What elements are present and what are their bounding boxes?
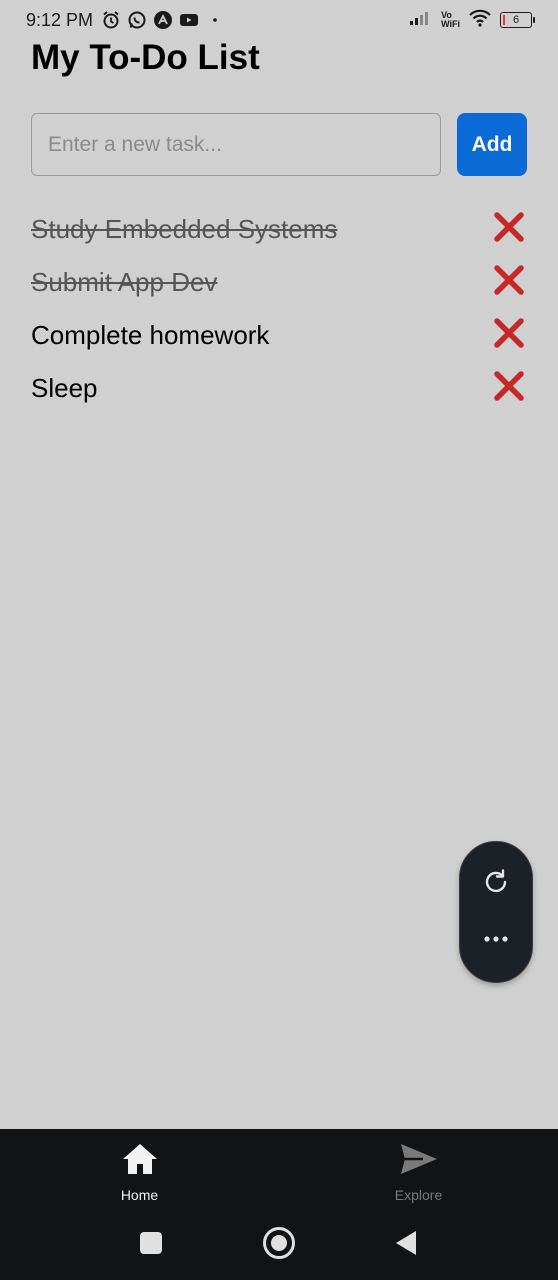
task-row[interactable]: Complete homework bbox=[31, 309, 527, 362]
task-text[interactable]: Submit App Dev bbox=[31, 267, 217, 298]
nav-label: Home bbox=[120, 1186, 159, 1203]
delete-task-button[interactable] bbox=[491, 265, 527, 301]
nav-item-home[interactable]: Home bbox=[0, 1129, 279, 1209]
signal-icon bbox=[409, 10, 433, 31]
refresh-button[interactable] bbox=[476, 864, 516, 904]
send-icon bbox=[399, 1142, 439, 1181]
back-button[interactable] bbox=[388, 1227, 424, 1263]
task-list: Study Embedded Systems Submit App Dev Comp… bbox=[31, 203, 527, 415]
task-row[interactable]: Submit App Dev bbox=[31, 256, 527, 309]
alarm-icon bbox=[101, 10, 121, 30]
vowifi-bottom: WiFi bbox=[441, 19, 460, 29]
battery-icon: 6 bbox=[500, 12, 535, 28]
recents-square-icon bbox=[138, 1230, 164, 1261]
wifi-icon bbox=[468, 9, 492, 32]
youtube-icon bbox=[179, 10, 199, 30]
bottom-nav: Home Explore bbox=[0, 1129, 558, 1209]
vowifi-icon: Vo WiFi bbox=[441, 11, 460, 29]
battery-text: 6 bbox=[512, 14, 520, 26]
app-a-icon bbox=[153, 10, 173, 30]
battery-level bbox=[503, 15, 505, 25]
task-row[interactable]: Study Embedded Systems bbox=[31, 203, 527, 256]
dot-icon bbox=[205, 10, 225, 30]
page-title: My To-Do List bbox=[31, 38, 260, 77]
app-screen: 9:12 PM Vo WiFi 6 My To-Do List Enter a … bbox=[0, 0, 558, 1280]
nav-label: Explore bbox=[394, 1186, 443, 1203]
status-time: 9:12 PM bbox=[26, 9, 94, 30]
recents-button[interactable] bbox=[133, 1227, 169, 1263]
red-x-icon bbox=[492, 369, 526, 408]
more-horizontal-icon bbox=[482, 931, 510, 949]
status-bar: 9:12 PM Vo WiFi 6 bbox=[0, 0, 558, 40]
task-text[interactable]: Study Embedded Systems bbox=[31, 214, 337, 245]
status-left: 9:12 PM bbox=[26, 10, 225, 31]
home-icon bbox=[121, 1142, 159, 1181]
home-system-button[interactable] bbox=[261, 1226, 297, 1265]
whatsapp-icon bbox=[127, 10, 147, 30]
refresh-icon bbox=[481, 867, 511, 902]
add-task-button[interactable]: Add bbox=[457, 113, 527, 176]
delete-task-button[interactable] bbox=[491, 371, 527, 407]
status-right: Vo WiFi 6 bbox=[409, 9, 535, 32]
red-x-icon bbox=[492, 263, 526, 302]
back-triangle-icon bbox=[393, 1229, 419, 1262]
nav-item-explore[interactable]: Explore bbox=[279, 1129, 558, 1209]
delete-task-button[interactable] bbox=[491, 212, 527, 248]
delete-task-button[interactable] bbox=[491, 318, 527, 354]
task-text[interactable]: Sleep bbox=[31, 373, 98, 404]
more-options-button[interactable] bbox=[476, 920, 516, 960]
task-text[interactable]: Complete homework bbox=[31, 320, 269, 351]
home-circle-icon bbox=[262, 1226, 296, 1265]
task-row[interactable]: Sleep bbox=[31, 362, 527, 415]
red-x-icon bbox=[492, 210, 526, 249]
floating-action-pill bbox=[459, 841, 533, 983]
red-x-icon bbox=[492, 316, 526, 355]
system-nav-bar bbox=[0, 1209, 558, 1280]
new-task-input[interactable] bbox=[31, 113, 441, 176]
